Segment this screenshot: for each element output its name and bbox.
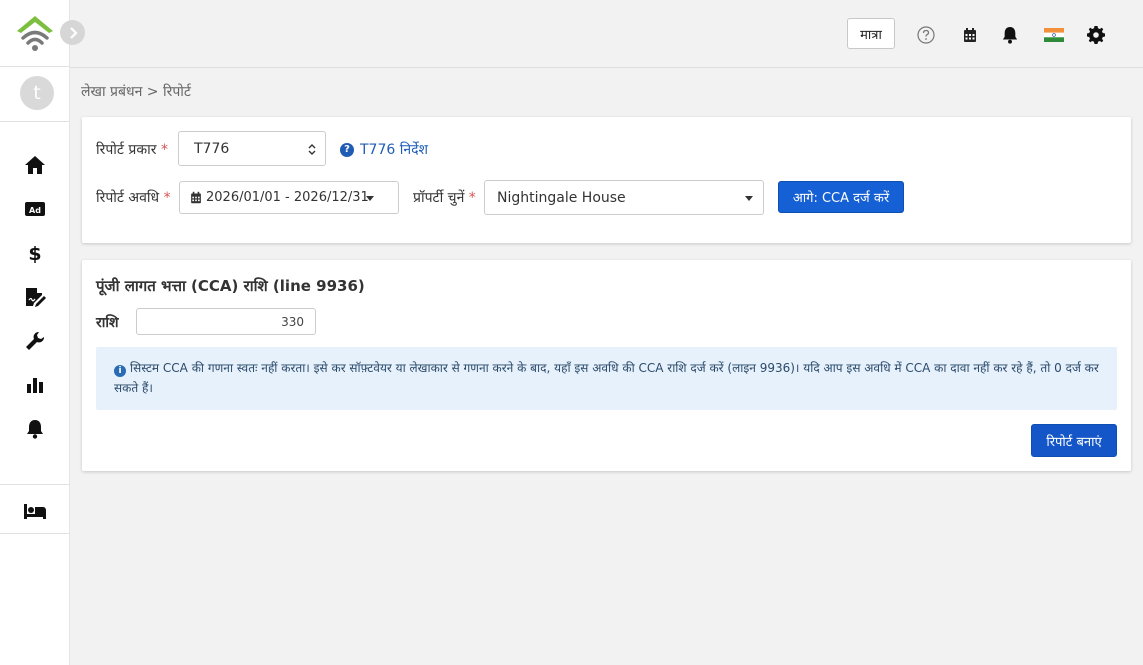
- logo-icon[interactable]: [14, 14, 56, 52]
- edit-document-icon: [26, 288, 46, 307]
- amount-label: राशि: [96, 315, 119, 331]
- cca-info-box: i सिस्टम CCA की गणना स्वतः नहीं करता। इसे…: [96, 347, 1117, 410]
- sidebar-divider: [0, 533, 70, 534]
- help-icon[interactable]: [915, 24, 937, 46]
- cca-card: पूंजी लागत भत्ता (CCA) राशि (line 9936) …: [82, 260, 1131, 471]
- report-filter-card: रिपोर्ट प्रकार * T776 ? T776 निर्देश रिप…: [82, 117, 1131, 243]
- calendar-icon: [191, 191, 201, 204]
- wrench-icon: [26, 331, 45, 350]
- property-label: प्रॉपर्टी चुनें *: [413, 190, 476, 206]
- property-value: Nightingale House: [497, 189, 626, 206]
- sidebar-divider: [0, 66, 70, 67]
- sidebar-item-rooms[interactable]: [22, 499, 48, 523]
- avatar[interactable]: t: [20, 76, 54, 110]
- info-circle-icon: i: [114, 365, 126, 377]
- bell-icon: [27, 420, 43, 439]
- t776-instructions-link[interactable]: ? T776 निर्देश: [340, 140, 428, 159]
- report-period-picker[interactable]: 2026/01/01 - 2026/12/31: [179, 181, 399, 214]
- sidebar-item-maintenance[interactable]: [22, 329, 48, 353]
- sidebar-item-notifications[interactable]: [22, 417, 48, 441]
- top-bar: मात्रा: [70, 0, 1143, 68]
- sidebar-item-reports[interactable]: [22, 373, 48, 397]
- caret-down-icon: [745, 195, 753, 201]
- cca-amount-input[interactable]: 330: [136, 308, 316, 335]
- cca-title: पूंजी लागत भत्ता (CCA) राशि (line 9936): [96, 277, 365, 295]
- sidebar-item-finance[interactable]: $: [22, 241, 48, 265]
- india-flag-icon[interactable]: [1042, 24, 1066, 46]
- breadcrumb: लेखा प्रबंधन > रिपोर्ट: [81, 84, 191, 100]
- sidebar: t Ad $: [0, 0, 85, 665]
- sidebar-divider: [0, 484, 70, 485]
- bed-icon: [24, 504, 46, 519]
- calendar-icon[interactable]: [959, 24, 981, 46]
- report-type-select[interactable]: T776: [178, 131, 326, 166]
- sidebar-divider: [0, 121, 70, 122]
- sidebar-item-home[interactable]: [22, 153, 48, 177]
- sidebar-expand-button[interactable]: [60, 20, 85, 45]
- sidebar-item-ads[interactable]: Ad: [22, 197, 48, 221]
- dollar-icon: $: [28, 243, 41, 264]
- notification-bell-icon[interactable]: [999, 24, 1021, 46]
- report-period-label: रिपोर्ट अवधि *: [96, 190, 171, 206]
- report-type-value: T776: [194, 140, 230, 157]
- svg-text:$: $: [28, 243, 41, 264]
- bar-chart-icon: [27, 378, 43, 393]
- sidebar-item-documents[interactable]: [22, 285, 48, 309]
- generate-report-button[interactable]: रिपोर्ट बनाएं: [1031, 424, 1117, 457]
- next-enter-cca-button[interactable]: आगे: CCA दर्ज करें: [778, 181, 904, 213]
- home-icon: [25, 156, 45, 174]
- cca-info-text: सिस्टम CCA की गणना स्वतः नहीं करता। इसे …: [114, 361, 1099, 395]
- report-type-label: रिपोर्ट प्रकार *: [96, 142, 168, 158]
- question-circle-icon: ?: [340, 142, 354, 157]
- unit-button[interactable]: मात्रा: [847, 18, 895, 49]
- chevron-right-icon: [69, 26, 78, 39]
- report-period-value: 2026/01/01 - 2026/12/31: [206, 190, 369, 205]
- ad-icon: Ad: [25, 202, 45, 216]
- caret-down-icon: [366, 195, 374, 201]
- property-select[interactable]: Nightingale House: [484, 180, 764, 215]
- settings-gear-icon[interactable]: [1085, 24, 1107, 46]
- select-arrows-icon: [308, 144, 316, 155]
- svg-text:Ad: Ad: [29, 206, 41, 215]
